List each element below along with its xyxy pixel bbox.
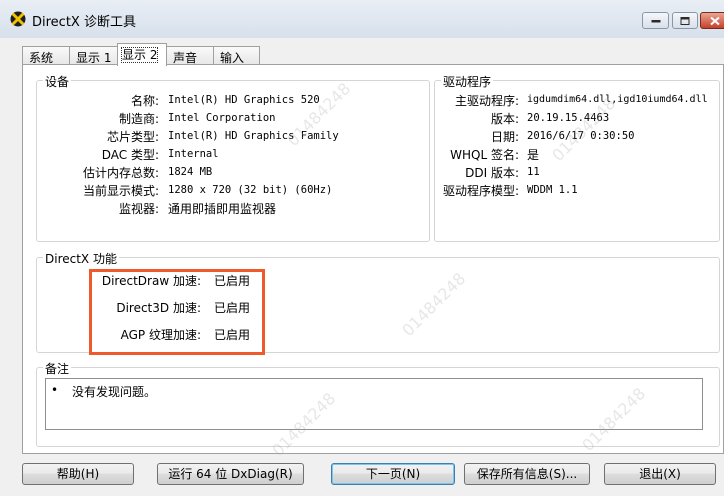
- memory-label: 估计内存总数:: [82, 166, 159, 180]
- tab-label: 显示 1: [76, 51, 112, 65]
- device-group: 设备 名称: Intel(R) HD Graphics 520 制造商: Int…: [36, 73, 430, 242]
- next-page-button[interactable]: 下一页(N): [331, 463, 455, 485]
- notes-item: 没有发现问题。: [72, 385, 157, 399]
- driver-group: 驱动程序 主驱动程序: igdumdim64.dll,igd10iumd64.d…: [434, 73, 720, 242]
- whql-label: WHQL 签名:: [450, 148, 519, 162]
- date-value: 2016/6/17 0:30:50: [527, 130, 635, 142]
- tab-display-1[interactable]: 显示 1: [69, 46, 118, 65]
- main-driver-value: igdumdim64.dll,igd10iumd64.dll: [527, 94, 708, 105]
- title-bar[interactable]: DirectX 诊断工具: [0, 0, 724, 38]
- close-icon: [710, 16, 720, 25]
- monitor-value: 通用即插即用监视器: [168, 202, 277, 216]
- minimize-icon: [651, 19, 660, 22]
- tab-label: 显示 2: [120, 47, 159, 63]
- dac-type-value: Internal: [168, 148, 219, 160]
- tab-label: 声音: [173, 51, 198, 65]
- manufacturer-value: Intel Corporation: [168, 112, 276, 124]
- device-group-title: 设备: [43, 73, 72, 90]
- maximize-icon: [680, 16, 690, 25]
- monitor-label: 监视器:: [118, 202, 159, 216]
- tab-label: 系统: [29, 51, 54, 65]
- tab-system[interactable]: 系统: [22, 46, 70, 65]
- run-64bit-dxdiag-button[interactable]: 运行 64 位 DxDiag(R): [157, 463, 304, 485]
- driver-model-value: WDDM 1.1: [527, 184, 578, 196]
- maximize-button[interactable]: [672, 12, 698, 29]
- window-title: DirectX 诊断工具: [32, 15, 136, 30]
- date-label: 日期:: [490, 130, 519, 144]
- whql-value: 是: [527, 148, 540, 162]
- memory-value: 1824 MB: [168, 166, 213, 178]
- directx-features-title: DirectX 功能: [43, 250, 119, 267]
- save-all-info-button[interactable]: 保存所有信息(S)...: [464, 463, 590, 485]
- close-button[interactable]: [700, 12, 724, 29]
- notes-textbox[interactable]: • 没有发现问题。: [45, 378, 703, 430]
- driver-model-label: 驱动程序模型:: [442, 184, 519, 198]
- help-button[interactable]: 帮助(H): [22, 463, 134, 485]
- display-mode-value: 1280 x 720 (32 bit) (60Hz): [168, 184, 333, 196]
- main-driver-label: 主驱动程序:: [454, 94, 519, 108]
- directx-app-icon: [10, 11, 26, 27]
- dac-type-label: DAC 类型:: [101, 148, 159, 162]
- manufacturer-label: 制造商:: [118, 112, 159, 126]
- driver-group-title: 驱动程序: [441, 73, 494, 90]
- chip-type-label: 芯片类型:: [106, 130, 159, 144]
- tab-panel: 设备 名称: Intel(R) HD Graphics 520 制造商: Int…: [22, 64, 724, 460]
- display-mode-label: 当前显示模式:: [82, 184, 159, 198]
- notes-title: 备注: [43, 360, 72, 377]
- ddi-version-label: DDI 版本:: [465, 166, 519, 180]
- device-name-value: Intel(R) HD Graphics 520: [168, 94, 320, 106]
- tab-input[interactable]: 输入: [213, 46, 260, 65]
- chip-type-value: Intel(R) HD Graphics Family: [168, 130, 339, 142]
- exit-button[interactable]: 退出(X): [604, 463, 716, 485]
- bullet-icon: •: [51, 383, 59, 397]
- tab-sound[interactable]: 声音: [166, 46, 214, 65]
- minimize-button[interactable]: [642, 12, 669, 29]
- device-name-label: 名称:: [130, 94, 159, 108]
- ddi-version-value: 11: [527, 166, 540, 178]
- dxdiag-window: DirectX 诊断工具 系统 显示 1 显示 2 声音 输入 设备 名称: I…: [0, 0, 724, 496]
- tab-display-2[interactable]: 显示 2: [117, 43, 167, 66]
- highlight-annotation: [89, 269, 265, 355]
- tab-label: 输入: [220, 51, 245, 65]
- version-label: 版本:: [490, 112, 519, 126]
- version-value: 20.19.15.4463: [527, 112, 610, 124]
